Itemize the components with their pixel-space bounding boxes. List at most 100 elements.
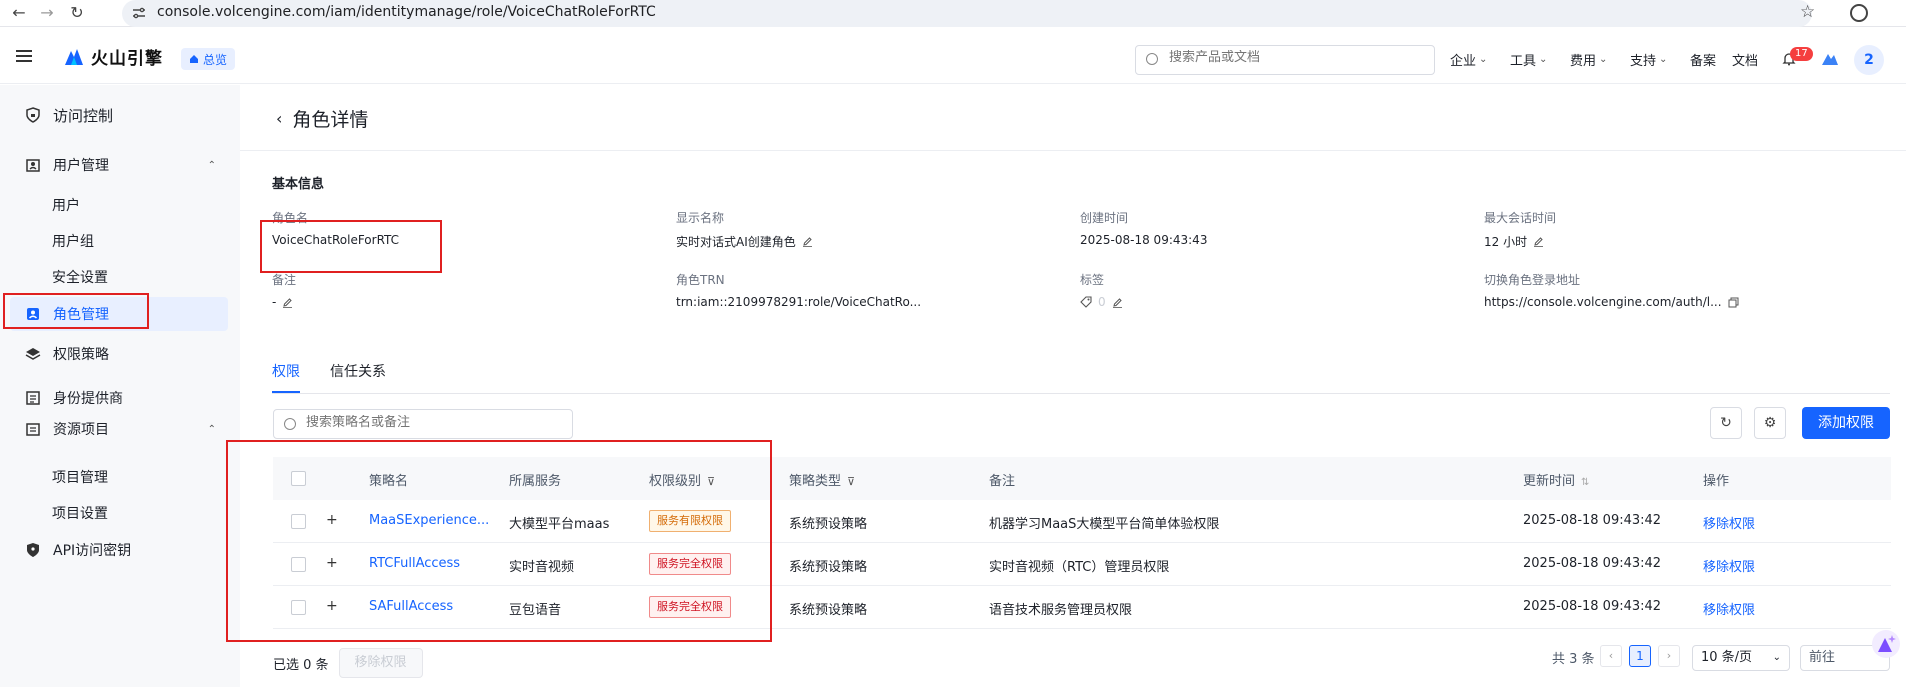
policy-type-cell: 系统预设策略 bbox=[789, 560, 868, 575]
total-count: 共 3 条 bbox=[1552, 652, 1595, 667]
col-policy-type[interactable]: 策略类型 ⊽ bbox=[789, 470, 855, 489]
prev-page-icon[interactable]: ‹ bbox=[1600, 645, 1622, 667]
sidebar-item-access-control[interactable]: 访问控制 bbox=[10, 98, 228, 132]
chevron-up-icon: ⌃ bbox=[207, 159, 216, 171]
remove-permission-link[interactable]: 移除权限 bbox=[1703, 599, 1755, 618]
tags-label: 标签 bbox=[1080, 273, 1105, 287]
brand-logo[interactable]: 火山引擎 bbox=[63, 44, 163, 69]
site-settings-icon[interactable] bbox=[132, 6, 146, 20]
menu-docs[interactable]: 文档 bbox=[1732, 50, 1758, 69]
display-name-label: 显示名称 bbox=[676, 211, 725, 225]
menu-enterprise[interactable]: 企业 ⌄ bbox=[1450, 50, 1487, 69]
policy-type-cell: 系统预设策略 bbox=[789, 603, 868, 618]
user-avatar[interactable]: 2 bbox=[1854, 45, 1884, 75]
copy-icon[interactable] bbox=[1728, 297, 1739, 308]
volcano-logo-icon bbox=[65, 49, 83, 65]
sparkle-icon bbox=[1878, 635, 1896, 652]
edit-pencil-icon[interactable] bbox=[282, 297, 293, 308]
menu-support[interactable]: 支持 ⌄ bbox=[1630, 50, 1667, 69]
browser-bar: ← → ↻ console.volcengine.com/iam/identit… bbox=[0, 0, 1906, 27]
selected-count: 已选 0 条 bbox=[273, 657, 329, 673]
policy-type-cell: 系统预设策略 bbox=[789, 517, 868, 532]
back-chevron-icon[interactable]: ‹ bbox=[276, 109, 282, 128]
menu-tools[interactable]: 工具 ⌄ bbox=[1510, 50, 1547, 69]
page-size-select[interactable]: 10 条/页 ⌄ bbox=[1692, 645, 1790, 671]
annotation-box-role-management bbox=[3, 293, 149, 329]
chevron-down-icon: ⌄ bbox=[1772, 652, 1781, 663]
remove-permission-link[interactable]: 移除权限 bbox=[1703, 556, 1755, 575]
tab-trust-relationship[interactable]: 信任关系 bbox=[330, 361, 386, 387]
sidebar-item-project-settings[interactable]: 项目设置 bbox=[52, 503, 108, 523]
overview-label: 总览 bbox=[203, 52, 228, 67]
reload-icon[interactable]: ↻ bbox=[66, 2, 88, 24]
forward-icon[interactable]: → bbox=[36, 2, 58, 24]
col-remark: 备注 bbox=[989, 474, 1016, 489]
shield-icon bbox=[26, 107, 40, 123]
role-trn-value: trn:iam::2109978291:role/VoiceChatRo... bbox=[676, 295, 922, 309]
updated-cell: 2025-08-18 09:43:42 bbox=[1523, 513, 1662, 528]
remark-label: 备注 bbox=[272, 273, 297, 287]
chevron-up-icon: ⌃ bbox=[207, 423, 216, 435]
sidebar-item-api-keys[interactable]: API访问密钥 bbox=[10, 533, 228, 567]
created-time-value: 2025-08-18 09:43:43 bbox=[1080, 233, 1208, 247]
refresh-button[interactable]: ↻ bbox=[1710, 407, 1742, 439]
remark-value: - bbox=[272, 295, 293, 309]
updated-cell: 2025-08-18 09:43:42 bbox=[1523, 599, 1662, 614]
page-title: ‹ 角色详情 bbox=[276, 109, 369, 131]
max-session-label: 最大会话时间 bbox=[1484, 211, 1557, 225]
add-permission-button[interactable]: 添加权限 bbox=[1802, 407, 1890, 439]
tag-icon bbox=[1080, 296, 1092, 308]
annotation-box-policies bbox=[226, 440, 772, 642]
gear-icon: ⚙ bbox=[1763, 415, 1777, 431]
bookmark-star-icon[interactable]: ☆ bbox=[1800, 2, 1815, 22]
sidebar-item-security-settings[interactable]: 安全设置 bbox=[52, 267, 108, 287]
layers-icon bbox=[25, 348, 41, 360]
remove-permission-link[interactable]: 移除权限 bbox=[1703, 513, 1755, 532]
sidebar-group-user-management[interactable]: 用户管理 ⌃ bbox=[10, 148, 228, 182]
next-page-icon[interactable]: › bbox=[1658, 645, 1680, 667]
back-icon[interactable]: ← bbox=[8, 2, 30, 24]
edit-pencil-icon[interactable] bbox=[1112, 297, 1123, 308]
product-search-input[interactable] bbox=[1169, 50, 1419, 65]
sidebar-item-identity-provider[interactable]: 身份提供商 bbox=[10, 381, 228, 415]
menu-filing[interactable]: 备案 bbox=[1690, 50, 1716, 69]
menu-billing[interactable]: 费用 ⌄ bbox=[1570, 50, 1607, 69]
policy-search[interactable] bbox=[273, 409, 573, 439]
remark-cell: 语音技术服务管理员权限 bbox=[989, 603, 1133, 618]
max-session-value: 12 小时 bbox=[1484, 233, 1544, 250]
brand-name: 火山引擎 bbox=[91, 48, 163, 69]
product-search[interactable] bbox=[1135, 45, 1435, 75]
col-updated[interactable]: 更新时间 ⇅ bbox=[1523, 470, 1589, 489]
edit-pencil-icon[interactable] bbox=[802, 236, 813, 247]
selection-footer: 已选 0 条 移除权限 bbox=[273, 648, 423, 678]
sidebar-item-policies[interactable]: 权限策略 bbox=[10, 337, 228, 371]
page-number[interactable]: 1 bbox=[1629, 645, 1651, 667]
edit-pencil-icon[interactable] bbox=[1533, 236, 1544, 247]
menu-icon[interactable] bbox=[16, 50, 32, 62]
updated-cell: 2025-08-18 09:43:42 bbox=[1523, 556, 1662, 571]
user-card-icon bbox=[26, 159, 40, 172]
remark-cell: 机器学习MaaS大模型平台简单体验权限 bbox=[989, 517, 1220, 532]
browser-account-icon[interactable] bbox=[1850, 4, 1868, 22]
switch-url-value: https://console.volcengine.com/auth/l... bbox=[1484, 295, 1739, 309]
assistant-icon[interactable] bbox=[1821, 50, 1839, 66]
ai-assistant-float-button[interactable] bbox=[1872, 630, 1900, 658]
display-name-value: 实时对话式AI创建角色 bbox=[676, 233, 813, 250]
policy-search-input[interactable] bbox=[306, 415, 556, 430]
sidebar-group-resource-projects[interactable]: 资源项目 ⌃ bbox=[10, 412, 228, 446]
key-shield-icon bbox=[27, 543, 39, 557]
url-text[interactable]: console.volcengine.com/iam/identitymanag… bbox=[157, 4, 656, 20]
divider bbox=[240, 150, 1906, 151]
col-action: 操作 bbox=[1703, 474, 1730, 489]
bulk-remove-button[interactable]: 移除权限 bbox=[338, 648, 423, 678]
sidebar-item-users[interactable]: 用户 bbox=[52, 195, 80, 215]
overview-button[interactable]: 总览 bbox=[181, 48, 236, 70]
top-navigation: 火山引擎 总览 企业⌄ 工具⌄ 费用⌄ 支持⌄ 备案 文档 17 2 bbox=[0, 28, 1906, 84]
notification-badge: 17 bbox=[1790, 47, 1813, 61]
refresh-icon: ↻ bbox=[1720, 415, 1732, 431]
tab-permissions[interactable]: 权限 bbox=[272, 361, 300, 393]
sidebar-item-project-management[interactable]: 项目管理 bbox=[52, 467, 108, 487]
settings-button[interactable]: ⚙ bbox=[1754, 407, 1786, 439]
sidebar-item-user-groups[interactable]: 用户组 bbox=[52, 231, 94, 251]
search-icon bbox=[284, 418, 296, 430]
